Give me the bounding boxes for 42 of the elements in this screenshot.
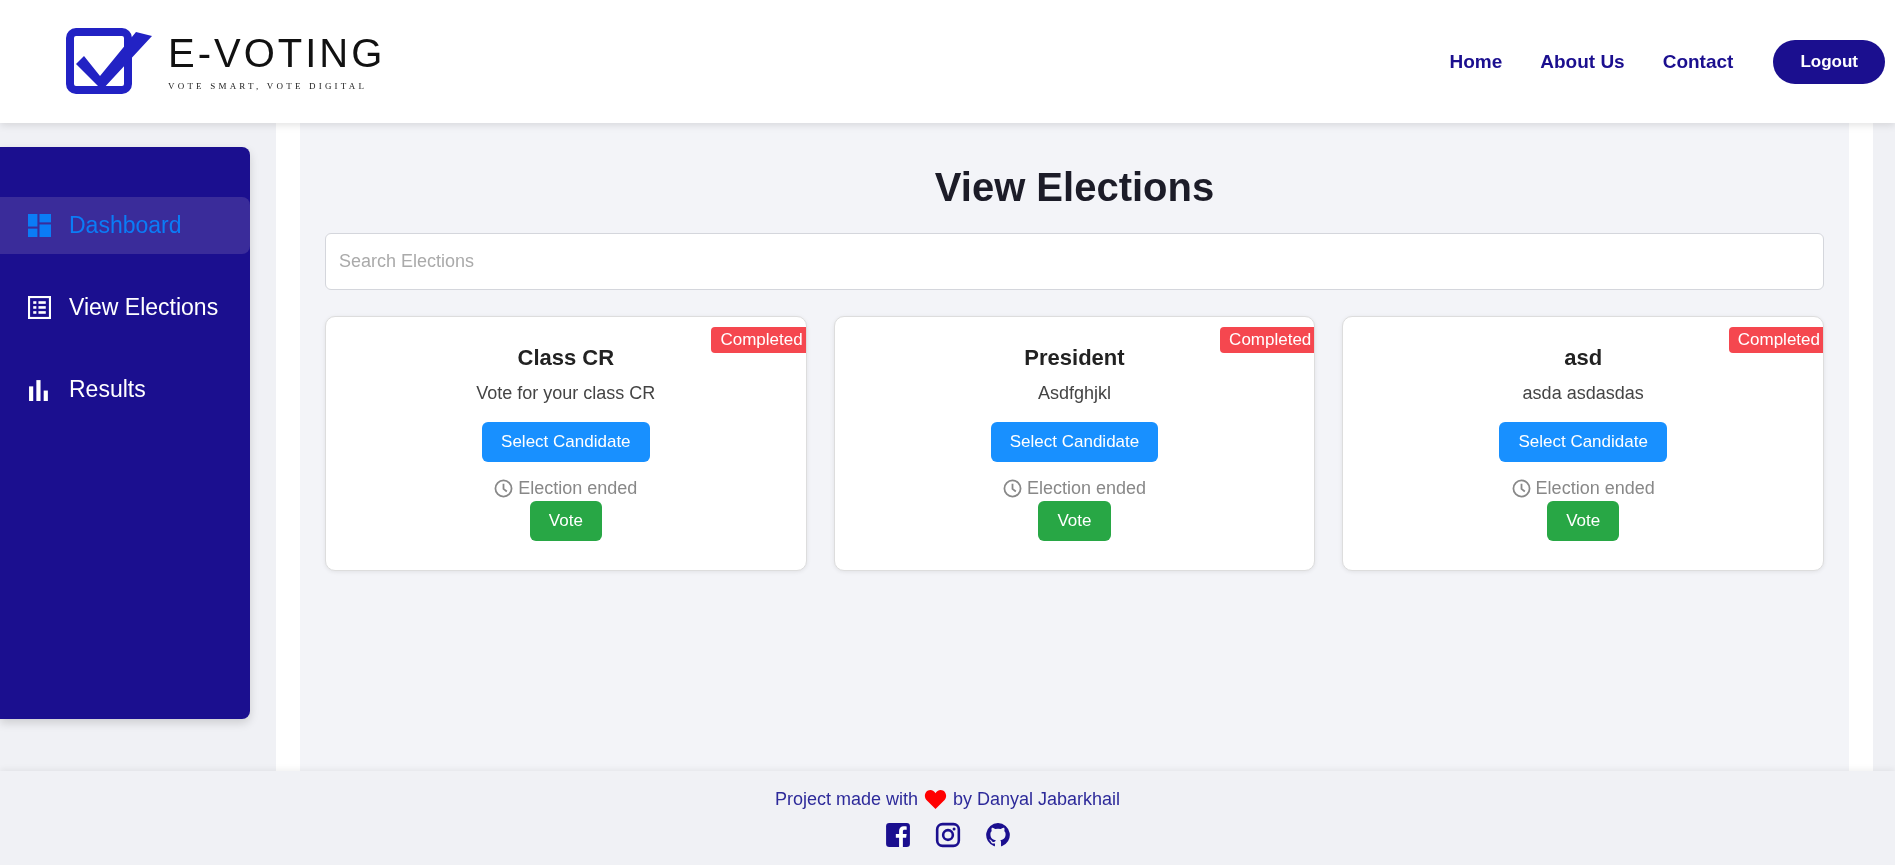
election-status-note: Election ended [1026,478,1147,499]
election-description: asda asdasdas [1522,383,1644,404]
status-badge: Completed [1728,327,1823,353]
page-title: View Elections [933,165,1216,209]
select-candidate-button[interactable]: Select Candidate [482,422,650,462]
nav-link[interactable]: Contact [1662,50,1734,73]
election-description: Asdfghjkl [1037,383,1111,404]
nav-link[interactable]: Home [1449,50,1503,73]
facebook-icon[interactable] [884,821,911,848]
select-candidate-button[interactable]: Select Candidate [990,422,1159,462]
select-candidate-button[interactable]: Select Candidate [1499,422,1667,462]
sidebar-item[interactable]: Dashboard [0,197,250,254]
dashboard-icon [28,214,51,237]
status-badge: Completed [1220,327,1315,353]
logo-tagline: VOTE SMART, VOTE DIGITAL [168,80,369,91]
checkbox-logo-icon [66,27,154,96]
heart-icon [924,788,947,810]
election-title: Class CR [517,345,615,371]
clock-icon [1511,479,1531,498]
github-icon[interactable] [984,821,1011,848]
logo-title: E-VOTING [168,32,386,73]
election-title: President [1024,345,1125,371]
footer-credit-text: Project made with [774,788,918,810]
election-description: Vote for your class CR [476,383,656,404]
search-field[interactable]: Search Elections [325,233,1824,290]
vote-button[interactable]: Vote [1038,501,1111,541]
vote-button[interactable]: Vote [1547,501,1620,541]
logout-button[interactable]: Logout [1773,39,1885,84]
instagram-icon[interactable] [934,821,961,848]
election-status-note: Election ended [518,478,638,499]
nav-link[interactable]: About Us [1540,50,1625,73]
sidebar-item[interactable]: View Elections [0,279,250,336]
vote-button[interactable]: Vote [529,501,602,541]
status-badge: Completed [711,327,806,353]
election-status-note: Election ended [1535,478,1655,499]
list-icon [28,296,51,319]
sidebar-item[interactable]: Results [0,361,250,418]
clock-icon [1002,479,1022,498]
footer-credit-text: by Danyal Jabarkhail [953,788,1121,810]
election-title: asd [1564,345,1603,371]
clock-icon [494,479,514,498]
bar-chart-icon [28,378,51,401]
